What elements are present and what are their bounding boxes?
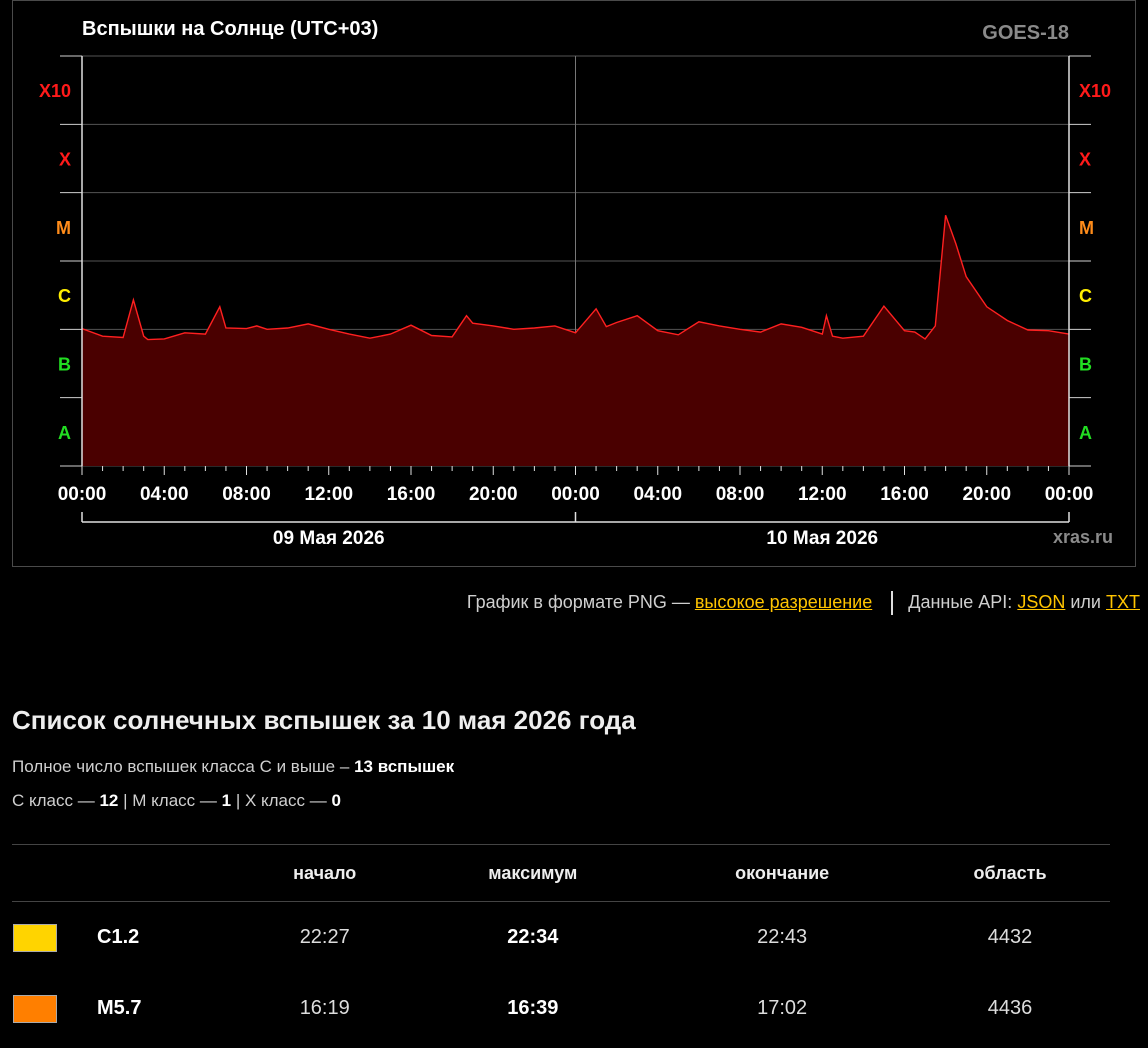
flare-chart: Вспышки на Солнце (UTC+03) GOES-18 xras.… xyxy=(12,0,1136,567)
png-text: График в формате PNG — xyxy=(466,591,690,612)
flare-end: 22:43 xyxy=(757,926,808,948)
chart-title: Вспышки на Солнце (UTC+03) xyxy=(82,18,378,40)
json-link[interactable]: JSON xyxy=(1017,592,1065,612)
flare-table: начало максимум окончание область C1.2 2… xyxy=(12,844,1110,1044)
y-class-label-left: C xyxy=(58,286,71,306)
y-class-label-left: X xyxy=(59,150,71,170)
x-tick-label: 08:00 xyxy=(222,484,271,505)
x-tick-label: 04:00 xyxy=(633,484,682,505)
header-class xyxy=(96,844,238,902)
date-label: 10 Мая 2026 xyxy=(766,528,878,549)
x-tick-label: 12:00 xyxy=(798,484,847,505)
x-tick-label: 00:00 xyxy=(58,484,107,505)
flare-start: 16:19 xyxy=(299,997,350,1019)
m-class-text: | M класс — xyxy=(123,791,217,810)
total-text: Полное число вспышек класса C и выше – xyxy=(12,757,350,776)
table-row: M5.7 16:19 16:39 17:02 4436 xyxy=(12,973,1110,1044)
download-links: График в формате PNG — высокое разрешени… xyxy=(467,591,1140,615)
y-class-label-right: C xyxy=(1079,286,1092,306)
flare-class: M5.7 xyxy=(97,997,142,1019)
x-tick-label: 08:00 xyxy=(716,484,765,505)
total-value: 13 вспышек xyxy=(354,757,455,776)
flare-list-heading: Список солнечных вспышек за 10 мая 2026 … xyxy=(12,705,636,735)
satellite-label: GOES-18 xyxy=(982,22,1069,44)
txt-link[interactable]: TXT xyxy=(1106,592,1140,612)
x-class-value: 0 xyxy=(331,791,341,810)
c-class-text: C класс — xyxy=(12,791,95,810)
class-color-swatch xyxy=(13,923,57,952)
or-text: или xyxy=(1070,591,1101,612)
c-class-value: 12 xyxy=(99,791,119,810)
x-tick-label: 00:00 xyxy=(551,484,600,505)
watermark: xras.ru xyxy=(1053,527,1113,547)
header-swatch xyxy=(12,844,96,902)
flare-start: 22:27 xyxy=(299,926,350,948)
flare-region: 4436 xyxy=(987,997,1033,1019)
y-class-label-right: M xyxy=(1079,218,1094,238)
y-class-label-right: X10 xyxy=(1079,81,1111,101)
x-class-text: | X класс — xyxy=(235,791,327,810)
hires-link[interactable]: высокое разрешение xyxy=(695,592,872,612)
y-class-label-left: X10 xyxy=(39,81,71,101)
x-tick-label: 16:00 xyxy=(880,484,929,505)
class-color-swatch xyxy=(13,994,57,1023)
x-tick-label: 20:00 xyxy=(962,484,1011,505)
x-tick-label: 12:00 xyxy=(304,484,353,505)
table-header-row: начало максимум окончание область xyxy=(12,844,1110,902)
header-region: область xyxy=(910,844,1110,902)
api-text: Данные API: xyxy=(908,591,1013,612)
table-row: C1.2 22:27 22:34 22:43 4432 xyxy=(12,902,1110,974)
header-peak: максимум xyxy=(411,844,655,902)
header-start: начало xyxy=(238,844,412,902)
flare-class: C1.2 xyxy=(97,926,140,948)
y-class-label-right: B xyxy=(1079,355,1092,375)
y-class-label-left: M xyxy=(56,218,71,238)
class-summary: C класс — 12 | M класс — 1 | X класс — 0 xyxy=(12,791,341,811)
x-tick-label: 20:00 xyxy=(469,484,518,505)
y-class-label-left: A xyxy=(58,423,71,443)
x-tick-label: 16:00 xyxy=(387,484,436,505)
links-separator xyxy=(891,591,894,615)
x-tick-label: 00:00 xyxy=(1045,484,1094,505)
x-tick-label: 04:00 xyxy=(140,484,189,505)
total-summary: Полное число вспышек класса C и выше – 1… xyxy=(12,757,454,777)
y-class-label-left: B xyxy=(58,355,71,375)
y-class-label-right: X xyxy=(1079,150,1091,170)
header-end: окончание xyxy=(654,844,911,902)
flare-region: 4432 xyxy=(987,926,1033,948)
m-class-value: 1 xyxy=(221,791,232,810)
y-class-label-right: A xyxy=(1079,423,1092,443)
flare-peak: 16:39 xyxy=(507,997,559,1019)
flare-peak: 22:34 xyxy=(507,926,559,948)
date-label: 09 Мая 2026 xyxy=(273,528,385,549)
flare-end: 17:02 xyxy=(757,997,808,1019)
flare-chart-svg: Вспышки на Солнце (UTC+03) GOES-18 xras.… xyxy=(39,18,1113,549)
